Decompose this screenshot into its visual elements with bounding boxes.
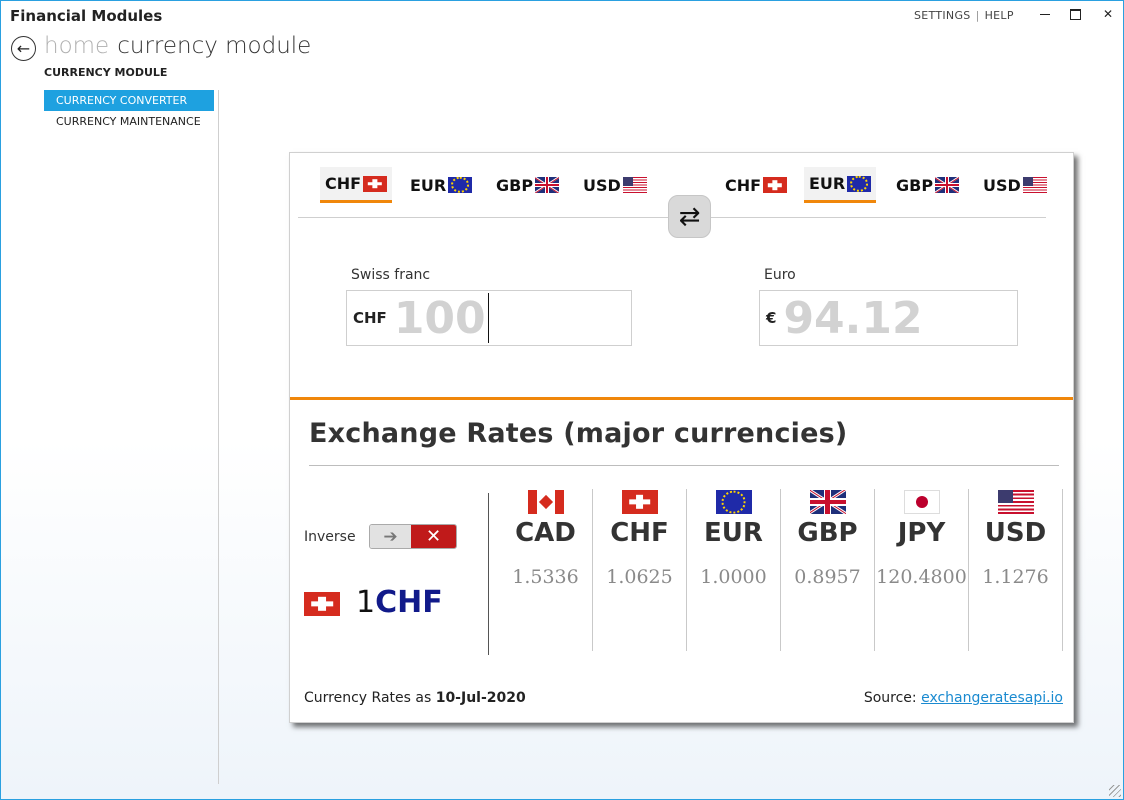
canada-flag-icon — [527, 490, 564, 514]
from-amount-value: 100 — [393, 292, 486, 344]
swiss-flag-icon — [621, 490, 658, 514]
from-tab-usd[interactable]: USD — [578, 167, 652, 203]
to-tab-usd[interactable]: USD — [978, 167, 1052, 203]
to-tab-usd-label: USD — [983, 175, 1021, 195]
rates-table-left-border — [488, 493, 489, 655]
section-divider — [290, 397, 1073, 400]
rate-value: 0.8957 — [794, 566, 861, 588]
rate-code: USD — [984, 518, 1047, 548]
rate-code: CHF — [610, 518, 669, 548]
us-flag-icon — [622, 177, 647, 193]
base-currency-flag-icon — [304, 592, 340, 616]
to-tab-gbp[interactable]: GBP — [891, 167, 964, 203]
converter-card: CHF EUR GBP USD CHF EUR GBP USD ⇄ Swiss … — [289, 152, 1074, 723]
minimize-button[interactable] — [1034, 5, 1056, 23]
text-caret — [487, 293, 489, 343]
sidebar-item-currency-converter[interactable]: CURRENCY CONVERTER — [44, 90, 214, 111]
to-tab-chf-label: CHF — [725, 175, 762, 195]
to-amount-value: 94.12 — [783, 292, 923, 344]
rate-code: JPY — [897, 518, 946, 548]
eu-flag-icon — [847, 175, 872, 192]
from-currency-label: Swiss franc — [351, 267, 431, 283]
swiss-flag-icon — [763, 177, 788, 193]
rates-as-of: Currency Rates as 10-Jul-2020 — [304, 690, 526, 706]
maximize-button[interactable] — [1064, 5, 1086, 23]
to-amount-output[interactable]: € 94.12 — [759, 290, 1018, 346]
close-icon: ✕ — [411, 525, 456, 548]
swiss-flag-icon — [363, 175, 388, 192]
us-flag-icon — [1022, 177, 1047, 193]
app-window: Financial Modules SETTINGS | HELP ✕ ← ho… — [0, 0, 1124, 800]
top-links-separator: | — [975, 9, 980, 22]
rate-column-eur: EUR 1.0000 — [687, 489, 781, 651]
from-amount-prefix: CHF — [353, 309, 387, 327]
rates-as-of-date: 10-Jul-2020 — [435, 690, 526, 706]
rate-value: 1.5336 — [512, 566, 579, 588]
to-tab-chf[interactable]: CHF — [720, 167, 792, 203]
uk-flag-icon — [535, 177, 560, 193]
rate-code: GBP — [797, 518, 858, 548]
base-amount: 1CHF — [356, 585, 443, 620]
back-arrow-icon: ← — [16, 39, 31, 58]
us-flag-icon — [997, 490, 1034, 514]
arrow-right-icon: ➔ — [370, 525, 411, 548]
help-link[interactable]: HELP — [985, 9, 1014, 22]
eu-flag-icon — [448, 177, 473, 193]
to-tab-gbp-label: GBP — [896, 175, 934, 195]
breadcrumb-current: currency module — [117, 33, 312, 59]
rate-value: 1.1276 — [982, 566, 1049, 588]
breadcrumb: home currency module — [44, 33, 311, 59]
uk-flag-icon — [935, 177, 960, 193]
from-tab-chf[interactable]: CHF — [320, 167, 393, 203]
back-button[interactable]: ← — [11, 36, 36, 61]
from-tab-chf-label: CHF — [325, 174, 362, 193]
rate-column-cad: CAD 1.5336 — [499, 489, 593, 651]
base-amount-code: CHF — [375, 585, 443, 620]
rate-column-chf: CHF 1.0625 — [593, 489, 687, 651]
app-title: Financial Modules — [10, 7, 163, 25]
resize-grip[interactable] — [1109, 785, 1121, 797]
rate-column-jpy: JPY 120.4800 — [875, 489, 969, 651]
from-tab-eur-label: EUR — [410, 175, 447, 195]
rate-value: 1.0000 — [700, 566, 767, 588]
sidebar-divider — [218, 90, 219, 784]
to-amount-prefix: € — [766, 309, 777, 327]
to-tab-eur[interactable]: EUR — [804, 167, 877, 203]
inverse-label: Inverse — [304, 529, 356, 545]
base-amount-value: 1 — [356, 585, 376, 620]
rates-source: Source: exchangeratesapi.io — [864, 690, 1063, 706]
from-tab-gbp[interactable]: GBP — [491, 167, 564, 203]
top-links: SETTINGS | HELP — [914, 9, 1014, 22]
to-currency-label: Euro — [764, 267, 796, 283]
rate-column-gbp: GBP 0.8957 — [781, 489, 875, 651]
from-amount-input[interactable]: CHF 100 — [346, 290, 632, 346]
swap-arrows-icon: ⇄ — [678, 201, 701, 232]
rate-column-usd: USD 1.1276 — [969, 489, 1063, 651]
settings-link[interactable]: SETTINGS — [914, 9, 971, 22]
uk-flag-icon — [809, 490, 846, 514]
from-tab-eur[interactable]: EUR — [405, 167, 477, 203]
rates-source-link[interactable]: exchangeratesapi.io — [921, 690, 1063, 706]
rate-value: 120.4800 — [876, 566, 967, 588]
to-tab-eur-label: EUR — [809, 174, 846, 193]
rates-source-prefix: Source: — [863, 690, 917, 706]
rate-code: CAD — [515, 518, 576, 548]
sidebar-item-currency-maintenance[interactable]: CURRENCY MAINTENANCE — [44, 111, 214, 132]
rates-as-of-prefix: Currency Rates as — [304, 690, 432, 706]
swap-currencies-button[interactable]: ⇄ — [668, 195, 711, 238]
rates-title-divider — [309, 465, 1059, 466]
eu-flag-icon — [715, 490, 752, 514]
inverse-toggle[interactable]: ➔ ✕ — [369, 524, 457, 549]
rate-value: 1.0625 — [606, 566, 673, 588]
japan-flag-icon — [903, 490, 940, 514]
breadcrumb-home[interactable]: home — [44, 33, 109, 59]
sidebar-heading: CURRENCY MODULE — [44, 66, 168, 79]
rate-code: EUR — [704, 518, 763, 548]
rates-title: Exchange Rates (major currencies) — [309, 418, 848, 449]
close-window-button[interactable]: ✕ — [1097, 5, 1119, 23]
from-tab-usd-label: USD — [583, 175, 621, 195]
from-tab-gbp-label: GBP — [496, 175, 534, 195]
